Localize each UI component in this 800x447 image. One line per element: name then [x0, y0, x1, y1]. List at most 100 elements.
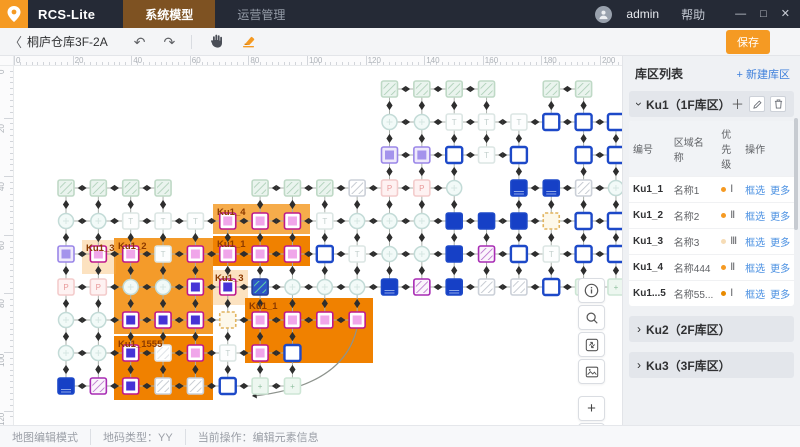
green-hatched-cell-node[interactable] [252, 180, 268, 196]
fit-view-tool[interactable] [578, 332, 605, 357]
pink-cell-node[interactable] [317, 312, 333, 328]
green-hatched-cell-node[interactable] [58, 180, 74, 196]
pink-cell-node[interactable] [349, 312, 365, 328]
pink-p-cell-node[interactable]: P [414, 180, 430, 196]
blue-outline-cell-node[interactable] [511, 246, 527, 262]
yellow-dashed-cell-node[interactable] [220, 312, 236, 328]
circle-cell-node[interactable] [414, 214, 429, 229]
info-tool[interactable] [578, 278, 605, 303]
blue-solid-cell-node[interactable] [511, 213, 527, 229]
purple-hatched-cell-node[interactable] [90, 378, 106, 394]
new-zone-button[interactable]: + 新建库区 [737, 66, 790, 82]
pink-p-cell-node[interactable]: P [90, 279, 106, 295]
blue-outline-cell-node[interactable] [543, 114, 559, 130]
green-hatched-cell-node[interactable] [123, 180, 139, 196]
circle-cell-node[interactable] [59, 313, 74, 328]
redo-button[interactable]: ↷ [163, 35, 175, 49]
purple-cell-node[interactable] [414, 147, 430, 163]
pink-cell-node[interactable] [252, 246, 268, 262]
blue-striped-cell-node[interactable] [543, 180, 559, 196]
yellow-dashed-cell-node[interactable] [543, 213, 559, 229]
gray-hatched-cell-node[interactable] [349, 180, 365, 196]
back-button[interactable]: 〈 [9, 32, 22, 51]
indigo-cell-node[interactable] [187, 312, 203, 328]
blue-striped-cell-node[interactable] [511, 180, 527, 196]
indigo-cell-node[interactable] [123, 378, 139, 394]
gray-hatched-cell-node[interactable] [511, 279, 527, 295]
blue-striped-cell-node[interactable] [58, 378, 74, 394]
pink-cell-node[interactable] [284, 312, 300, 328]
box-select-link[interactable]: 框选 [745, 238, 765, 249]
plain-cell-node[interactable]: T [220, 345, 236, 361]
plain-cell-node[interactable]: T [446, 114, 462, 130]
plain-cell-node[interactable]: T [187, 213, 203, 229]
green-plus-cell-node[interactable]: + [608, 279, 622, 295]
plain-cell-node[interactable]: T [155, 246, 171, 262]
gray-hatched-cell-node[interactable] [187, 378, 203, 394]
background-image-tool[interactable] [578, 359, 605, 384]
plain-cell-node[interactable]: T [479, 147, 495, 163]
circle-cell-node[interactable] [414, 247, 429, 262]
pan-hand-tool[interactable] [210, 34, 223, 50]
circle-cell-node[interactable] [156, 280, 171, 295]
blue-solid-cell-node[interactable] [446, 246, 462, 262]
section-ku3[interactable]: › Ku3（3F库区） [629, 352, 794, 378]
add-zone-button[interactable]: ＋ [731, 98, 744, 111]
pink-cell-node[interactable] [284, 246, 300, 262]
blue-outline-cell-node[interactable] [543, 279, 559, 295]
pink-cell-node[interactable] [187, 246, 203, 262]
circle-cell-node[interactable] [350, 280, 365, 295]
section-ku2[interactable]: › Ku2（2F库区） [629, 316, 794, 342]
plain-cell-node[interactable]: T [543, 246, 559, 262]
blue-outline-cell-node[interactable] [608, 246, 622, 262]
more-link[interactable]: 更多 [770, 238, 790, 249]
more-link[interactable]: 更多 [770, 290, 790, 301]
blue-outline-cell-node[interactable] [576, 147, 592, 163]
green-plus-cell-node[interactable]: + [252, 378, 268, 394]
circle-cell-node[interactable] [608, 181, 622, 196]
green-hatched-cell-node[interactable] [382, 81, 398, 97]
box-select-link[interactable]: 框选 [745, 290, 765, 301]
gray-hatched-cell-node[interactable] [155, 378, 171, 394]
green-hatched-cell-node[interactable] [155, 180, 171, 196]
green-hatched-cell-node[interactable] [543, 81, 559, 97]
blue-outline-cell-node[interactable] [576, 213, 592, 229]
circle-cell-node[interactable] [59, 214, 74, 229]
plain-cell-node[interactable]: T [479, 114, 495, 130]
green-hatched-cell-node[interactable] [90, 180, 106, 196]
pink-p-cell-node[interactable]: P [382, 180, 398, 196]
maximize-button[interactable]: □ [760, 0, 767, 28]
blue-outline-cell-node[interactable] [317, 246, 333, 262]
blue-outline-cell-node[interactable] [576, 114, 592, 130]
green-hatched-cell-node[interactable] [317, 180, 333, 196]
delete-zone-button[interactable] [770, 96, 786, 112]
circle-cell-node[interactable] [350, 214, 365, 229]
search-tool[interactable] [578, 305, 605, 330]
circle-cell-node[interactable] [91, 313, 106, 328]
blue-outline-cell-node[interactable] [284, 345, 300, 361]
pink-cell-node[interactable] [252, 345, 268, 361]
blue-green-hatched-cell-node[interactable] [252, 279, 268, 295]
box-select-link[interactable]: 框选 [745, 212, 765, 223]
purple-hatched-cell-node[interactable] [414, 279, 430, 295]
blue-solid-cell-node[interactable] [446, 213, 462, 229]
section-ku1[interactable]: › Ku1（1F库区） ＋ [629, 91, 794, 117]
box-select-link[interactable]: 框选 [745, 186, 765, 197]
circle-cell-node[interactable] [91, 346, 106, 361]
indigo-cell-node[interactable] [155, 312, 171, 328]
pink-cell-node[interactable] [284, 213, 300, 229]
circle-cell-node[interactable] [59, 346, 74, 361]
blue-solid-cell-node[interactable] [479, 213, 495, 229]
blue-outline-cell-node[interactable] [511, 147, 527, 163]
green-hatched-cell-node[interactable] [576, 81, 592, 97]
purple-cell-node[interactable] [382, 147, 398, 163]
blue-outline-cell-node[interactable] [576, 246, 592, 262]
pink-cell-node[interactable] [252, 312, 268, 328]
plain-cell-node[interactable]: T [511, 114, 527, 130]
blue-outline-cell-node[interactable] [608, 213, 622, 229]
circle-cell-node[interactable] [382, 115, 397, 130]
green-plus-cell-node[interactable]: + [284, 378, 300, 394]
more-link[interactable]: 更多 [770, 186, 790, 197]
green-hatched-cell-node[interactable] [284, 180, 300, 196]
box-select-link[interactable]: 框选 [745, 264, 765, 275]
